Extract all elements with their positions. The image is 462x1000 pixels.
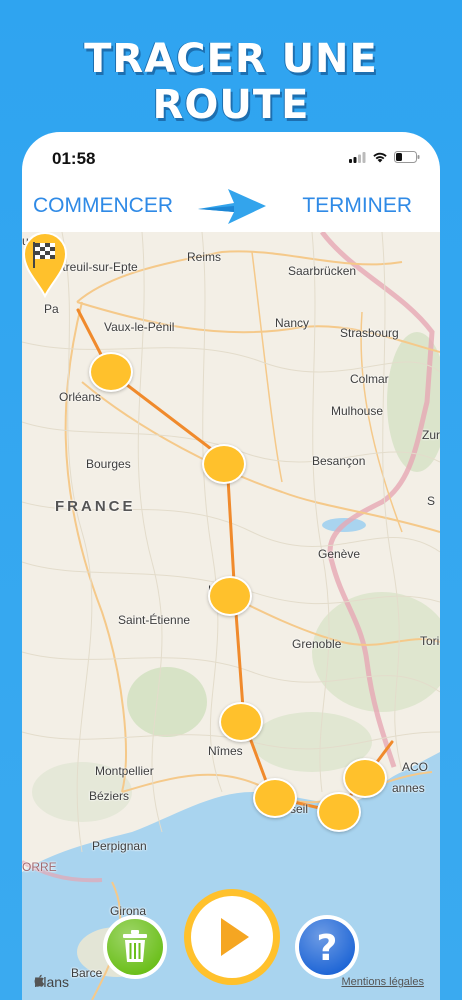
route-stop[interactable] [89, 352, 133, 392]
help-symbol: ? [317, 928, 338, 969]
end-button[interactable]: TERMINER [302, 194, 412, 218]
map-label-saarbrucken: Saarbrücken [288, 264, 357, 278]
route-stop[interactable] [208, 576, 252, 616]
map-label-bourges: Bourges [86, 457, 131, 471]
route-stop[interactable] [317, 792, 361, 832]
map-label-france: FRANCE [55, 498, 136, 515]
map-label-monaco: ACO [402, 760, 429, 774]
map-label-strasbourg: Strasbourg [340, 326, 399, 340]
map-label-zurich: Zur [422, 428, 440, 442]
direction-arrow-icon [198, 189, 266, 224]
map-label-geneve: Genève [318, 547, 361, 561]
checkered-flag-icon[interactable] [22, 232, 68, 298]
route-stop[interactable] [202, 444, 246, 484]
map-label-vaux: Vaux-le-Pénil [104, 320, 175, 334]
apple-logo-icon [34, 974, 45, 987]
map-label-andorra: ORRE [22, 860, 57, 874]
route-stop[interactable] [253, 778, 297, 818]
map-label-paris: Pa [44, 302, 59, 316]
signal-icon [349, 151, 366, 163]
play-icon[interactable] [183, 888, 281, 986]
map-label-orleans: Orléans [59, 390, 102, 404]
map-label-cannes: annes [392, 781, 425, 795]
legal-link[interactable]: Mentions légales [341, 976, 424, 988]
headline: TRACER UNE ROUTE [84, 36, 378, 128]
status-icons [349, 151, 420, 163]
route-line [76, 308, 394, 814]
map-label-perpignan: Perpignan [92, 839, 147, 853]
map-label-suisse: S [427, 494, 436, 508]
question-icon[interactable]: ? [294, 914, 360, 980]
map-label-besancon: Besançon [312, 454, 366, 468]
map-label-barcelona: Barce [71, 966, 103, 980]
status-bar: 01:58 [22, 132, 440, 184]
route-stop[interactable] [219, 702, 263, 742]
map-label-beziers: Béziers [89, 789, 130, 803]
map-label-montpellier: Montpellier [95, 764, 154, 778]
status-time: 01:58 [52, 149, 96, 168]
route-stop[interactable] [343, 758, 387, 798]
map-label-nancy: Nancy [275, 316, 310, 330]
map-label-grenoble: Grenoble [292, 637, 342, 651]
map-label-saint-etienne: Saint-Étienne [118, 613, 191, 627]
map-label-reims: Reims [187, 250, 222, 264]
map-label-colmar: Colmar [350, 372, 389, 386]
wifi-icon [373, 152, 387, 163]
map-view[interactable]: uen Montreuil-sur-Epte Reims Saarbrücken… [22, 232, 440, 1000]
map-label-nimes: Nîmes [208, 744, 243, 758]
maps-attribution: Plans [34, 974, 69, 990]
map-label-mulhouse: Mulhouse [331, 404, 384, 418]
map-label-torino: Tori [420, 634, 440, 648]
start-button[interactable]: COMMENCER [33, 194, 173, 218]
battery-icon [394, 151, 420, 163]
trash-icon[interactable] [102, 914, 168, 980]
phone-screen: 01:58 COMMENCER TERMINER Montreuil-sur-E… [22, 132, 440, 1000]
